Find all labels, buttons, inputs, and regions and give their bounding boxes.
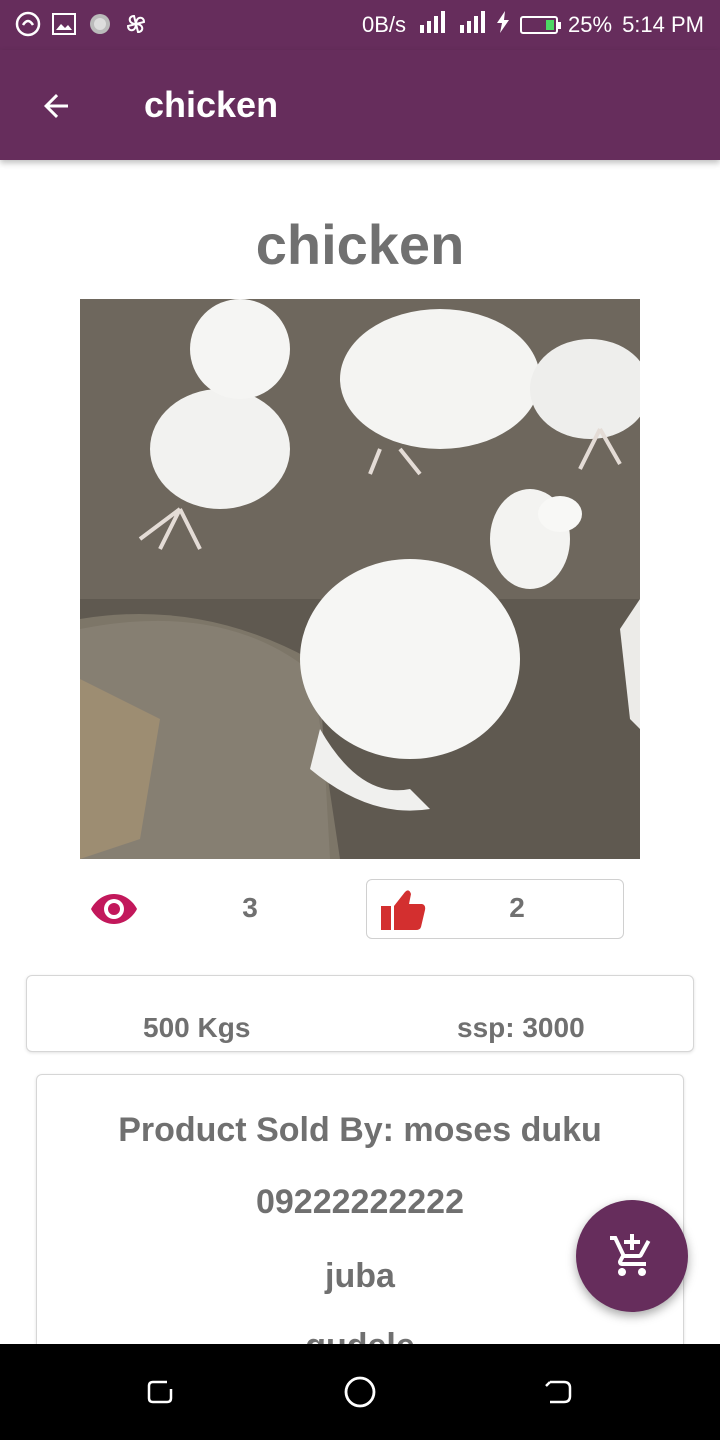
seller-phone[interactable]: 09222222222: [37, 1183, 683, 1222]
app-bar: chicken: [0, 50, 720, 160]
arrow-back-icon: [44, 94, 68, 118]
status-left-icons: [14, 10, 150, 38]
price-text: ssp: 3000: [457, 1012, 585, 1043]
eye-icon: [91, 894, 137, 924]
home-button[interactable]: [342, 1374, 378, 1410]
add-to-cart-button[interactable]: [576, 1200, 688, 1312]
battery-icon: [520, 16, 562, 34]
clock: 5:14 PM: [622, 12, 704, 37]
home-icon: [344, 1376, 376, 1408]
quantity-text: 500 Kgs: [143, 1012, 251, 1043]
app-bar-title: chicken: [144, 84, 279, 125]
status-bar: 0B/s 25% 5:14 PM: [0, 0, 720, 50]
back-nav-icon: [545, 1380, 572, 1404]
recents-icon: [147, 1380, 173, 1404]
back-button[interactable]: [30, 80, 82, 132]
views-count: 3: [242, 892, 258, 923]
battery-percent: 25%: [568, 12, 613, 37]
charging-icon: [496, 11, 510, 39]
like-button[interactable]: 2: [366, 879, 624, 939]
add-to-cart-icon: [610, 1234, 651, 1276]
signal-icon: [416, 11, 446, 39]
network-speed: 0B/s: [361, 12, 407, 37]
product-image: [80, 299, 640, 859]
likes-count: 2: [509, 892, 525, 923]
thumbs-up-icon: [381, 890, 426, 930]
product-title: chicken: [255, 213, 465, 276]
back-nav-button[interactable]: [540, 1374, 576, 1410]
pinwheel-notification-icon: [122, 10, 150, 38]
sync-notification-icon: [86, 10, 114, 38]
navigation-bar: [0, 1344, 720, 1440]
recents-button[interactable]: [142, 1374, 178, 1410]
stats-row: 3 2: [0, 878, 720, 940]
signal-icon-2: [456, 11, 486, 39]
status-right-icons: 0B/s 25% 5:14 PM: [362, 10, 704, 40]
seller-name: Product Sold By: moses duku: [118, 1111, 602, 1149]
quantity-price-card: 500 Kgs ssp: 3000: [26, 975, 694, 1052]
gallery-notification-icon: [50, 10, 78, 38]
app-notification-icon: [14, 10, 42, 38]
